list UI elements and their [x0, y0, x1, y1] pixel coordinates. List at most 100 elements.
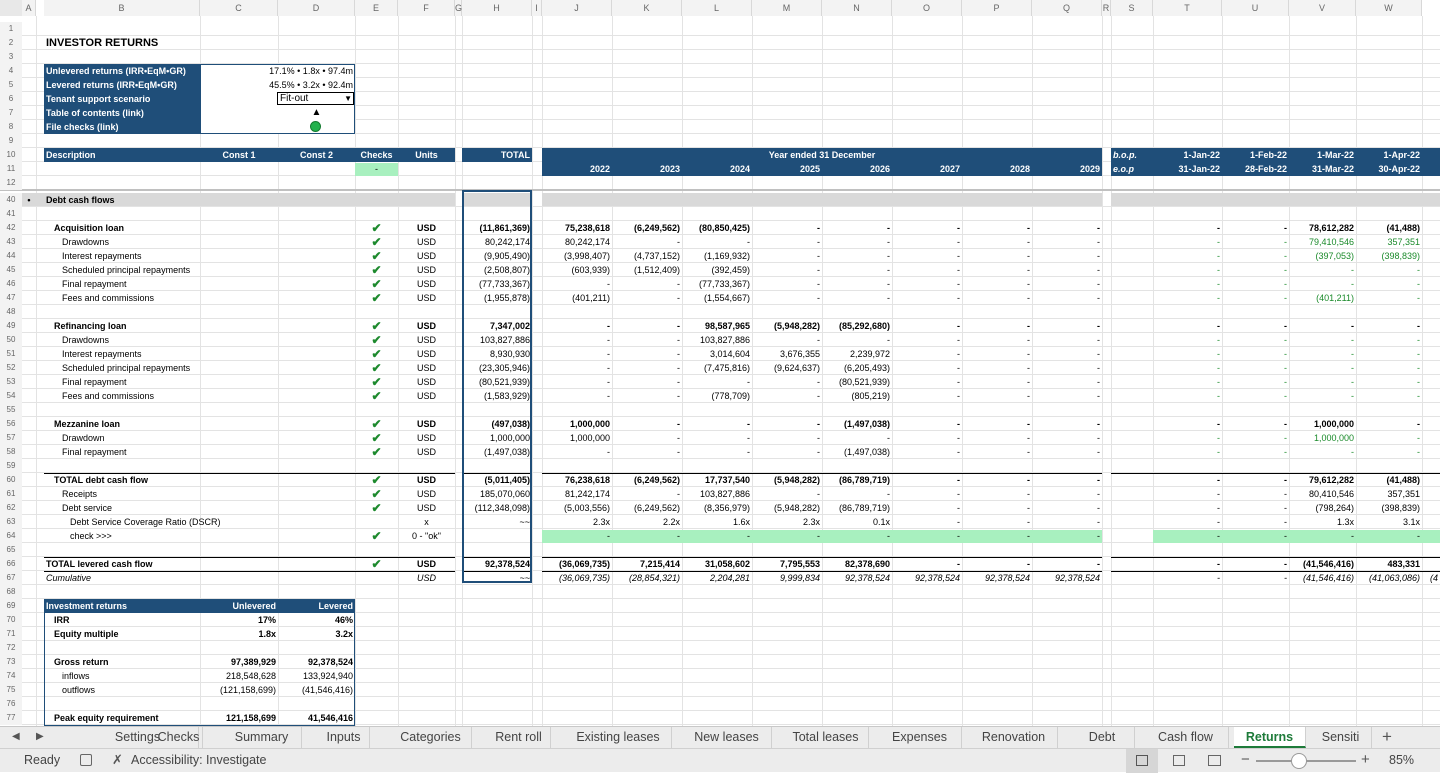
- year-value[interactable]: -: [892, 389, 962, 403]
- check-icon[interactable]: ✔: [355, 445, 398, 459]
- month-value[interactable]: -: [1153, 375, 1222, 389]
- row-label[interactable]: TOTAL levered cash flow: [44, 557, 355, 571]
- row-header-43[interactable]: 43: [0, 235, 22, 249]
- year-value[interactable]: (86,789,719): [822, 473, 892, 487]
- row-label[interactable]: Scheduled principal repayments: [44, 263, 355, 277]
- month-value[interactable]: -: [1289, 361, 1356, 375]
- sheet-tab-new-leases[interactable]: New leases: [682, 727, 772, 748]
- unlevered-value[interactable]: 97,389,929: [200, 655, 278, 669]
- year-value[interactable]: -: [682, 375, 752, 389]
- row-label[interactable]: Final repayment: [44, 375, 355, 389]
- year-value[interactable]: -: [612, 361, 682, 375]
- year-value[interactable]: -: [542, 389, 612, 403]
- row-header-3[interactable]: 3: [0, 50, 22, 64]
- year-value[interactable]: (9,624,637): [752, 361, 822, 375]
- year-value[interactable]: 92,378,524: [962, 571, 1032, 585]
- row-label[interactable]: Refinancing loan: [44, 319, 355, 333]
- year-value[interactable]: -: [1032, 291, 1102, 305]
- row-header-73[interactable]: 73: [0, 655, 22, 669]
- year-value[interactable]: 1.6x: [682, 515, 752, 529]
- month-value[interactable]: (41,488): [1356, 473, 1422, 487]
- month-value[interactable]: -: [1356, 529, 1422, 543]
- check-icon[interactable]: ✔: [355, 487, 398, 501]
- year-value[interactable]: -: [612, 445, 682, 459]
- year-value[interactable]: -: [542, 319, 612, 333]
- year-header-2023[interactable]: 2023: [612, 162, 682, 176]
- year-value[interactable]: -: [892, 417, 962, 431]
- year-value[interactable]: 2.2x: [612, 515, 682, 529]
- row-label[interactable]: Acquisition loan: [44, 221, 355, 235]
- year-value[interactable]: 98,587,965: [682, 319, 752, 333]
- year-value[interactable]: -: [962, 529, 1032, 543]
- row-header-6[interactable]: 6: [0, 92, 22, 106]
- month-value[interactable]: -: [1222, 557, 1289, 571]
- year-value[interactable]: -: [962, 557, 1032, 571]
- unit-cell[interactable]: USD: [398, 347, 455, 361]
- row-label[interactable]: Cumulative: [44, 571, 355, 585]
- section-bullet[interactable]: •: [22, 193, 36, 207]
- year-value[interactable]: -: [892, 445, 962, 459]
- month-value[interactable]: -: [1289, 529, 1356, 543]
- year-value[interactable]: -: [822, 221, 892, 235]
- month-value[interactable]: -: [1356, 319, 1422, 333]
- unit-cell[interactable]: USD: [398, 319, 455, 333]
- spreadsheet-grid[interactable]: A B C D E F G H I J K L M N O P Q R S T U V W 1 2 3 4 5 6 7 8 9 10 11 12 40…: [0, 0, 1440, 726]
- row-header-76[interactable]: 76: [0, 697, 22, 711]
- file-checks-label[interactable]: File checks (link): [44, 120, 200, 134]
- check-icon[interactable]: ✔: [355, 557, 398, 571]
- row-header-42[interactable]: 42: [0, 221, 22, 235]
- month-value[interactable]: -: [1153, 557, 1222, 571]
- year-header-2027[interactable]: 2027: [892, 162, 962, 176]
- year-value[interactable]: (401,211): [542, 291, 612, 305]
- year-value[interactable]: -: [752, 529, 822, 543]
- unlevered-value[interactable]: 1.8x: [200, 627, 278, 641]
- month-value[interactable]: -: [1289, 389, 1356, 403]
- row-label[interactable]: Fees and commissions: [44, 389, 355, 403]
- year-value[interactable]: -: [962, 263, 1032, 277]
- row-header-44[interactable]: 44: [0, 249, 22, 263]
- month-value[interactable]: -: [1222, 445, 1289, 459]
- year-value[interactable]: -: [1032, 487, 1102, 501]
- month-eop-header[interactable]: 31-Jan-22: [1153, 162, 1222, 176]
- month-value[interactable]: 1,000,000: [1289, 431, 1356, 445]
- year-value[interactable]: -: [962, 235, 1032, 249]
- row-header-51[interactable]: 51: [0, 347, 22, 361]
- row-header-60[interactable]: 60: [0, 473, 22, 487]
- month-value[interactable]: -: [1356, 445, 1422, 459]
- month-value[interactable]: 79,410,546: [1289, 235, 1356, 249]
- year-header-2028[interactable]: 2028: [962, 162, 1032, 176]
- month-value[interactable]: -: [1153, 501, 1222, 515]
- year-value[interactable]: -: [682, 431, 752, 445]
- zoom-in-icon[interactable]: +: [1361, 751, 1370, 768]
- month-value[interactable]: -: [1289, 277, 1356, 291]
- scroll-left-icon[interactable]: ◀: [12, 731, 20, 742]
- zoom-slider-thumb[interactable]: [1291, 753, 1307, 769]
- month-value[interactable]: (41,546,416): [1289, 571, 1356, 585]
- month-bop-header[interactable]: 1-Mar-22: [1289, 148, 1356, 162]
- year-value[interactable]: (28,854,321): [612, 571, 682, 585]
- unit-cell[interactable]: USD: [398, 487, 455, 501]
- month-value[interactable]: -: [1153, 221, 1222, 235]
- unlevered-value[interactable]: 17%: [200, 613, 278, 627]
- row-header-12[interactable]: 12: [0, 176, 22, 190]
- year-value[interactable]: 17,737,540: [682, 473, 752, 487]
- month-value[interactable]: 3.1x: [1356, 515, 1422, 529]
- column-header-K[interactable]: K: [612, 0, 682, 16]
- month-value[interactable]: -: [1222, 487, 1289, 501]
- unit-cell[interactable]: USD: [398, 291, 455, 305]
- year-header-2025[interactable]: 2025: [752, 162, 822, 176]
- month-value[interactable]: -: [1153, 487, 1222, 501]
- total-value[interactable]: (2,508,807): [462, 263, 532, 277]
- year-value[interactable]: (805,219): [822, 389, 892, 403]
- unlevered-value[interactable]: (121,158,699): [200, 683, 278, 697]
- zoom-out-icon[interactable]: −: [1241, 751, 1250, 768]
- check-icon[interactable]: ✔: [355, 375, 398, 389]
- row-header-58[interactable]: 58: [0, 445, 22, 459]
- total-value[interactable]: (1,497,038): [462, 445, 532, 459]
- year-value[interactable]: -: [752, 221, 822, 235]
- month-value[interactable]: -: [1222, 529, 1289, 543]
- check-icon[interactable]: ✔: [355, 501, 398, 515]
- normal-view-icon[interactable]: [1126, 749, 1158, 773]
- year-value[interactable]: -: [612, 417, 682, 431]
- year-value[interactable]: (1,497,038): [822, 417, 892, 431]
